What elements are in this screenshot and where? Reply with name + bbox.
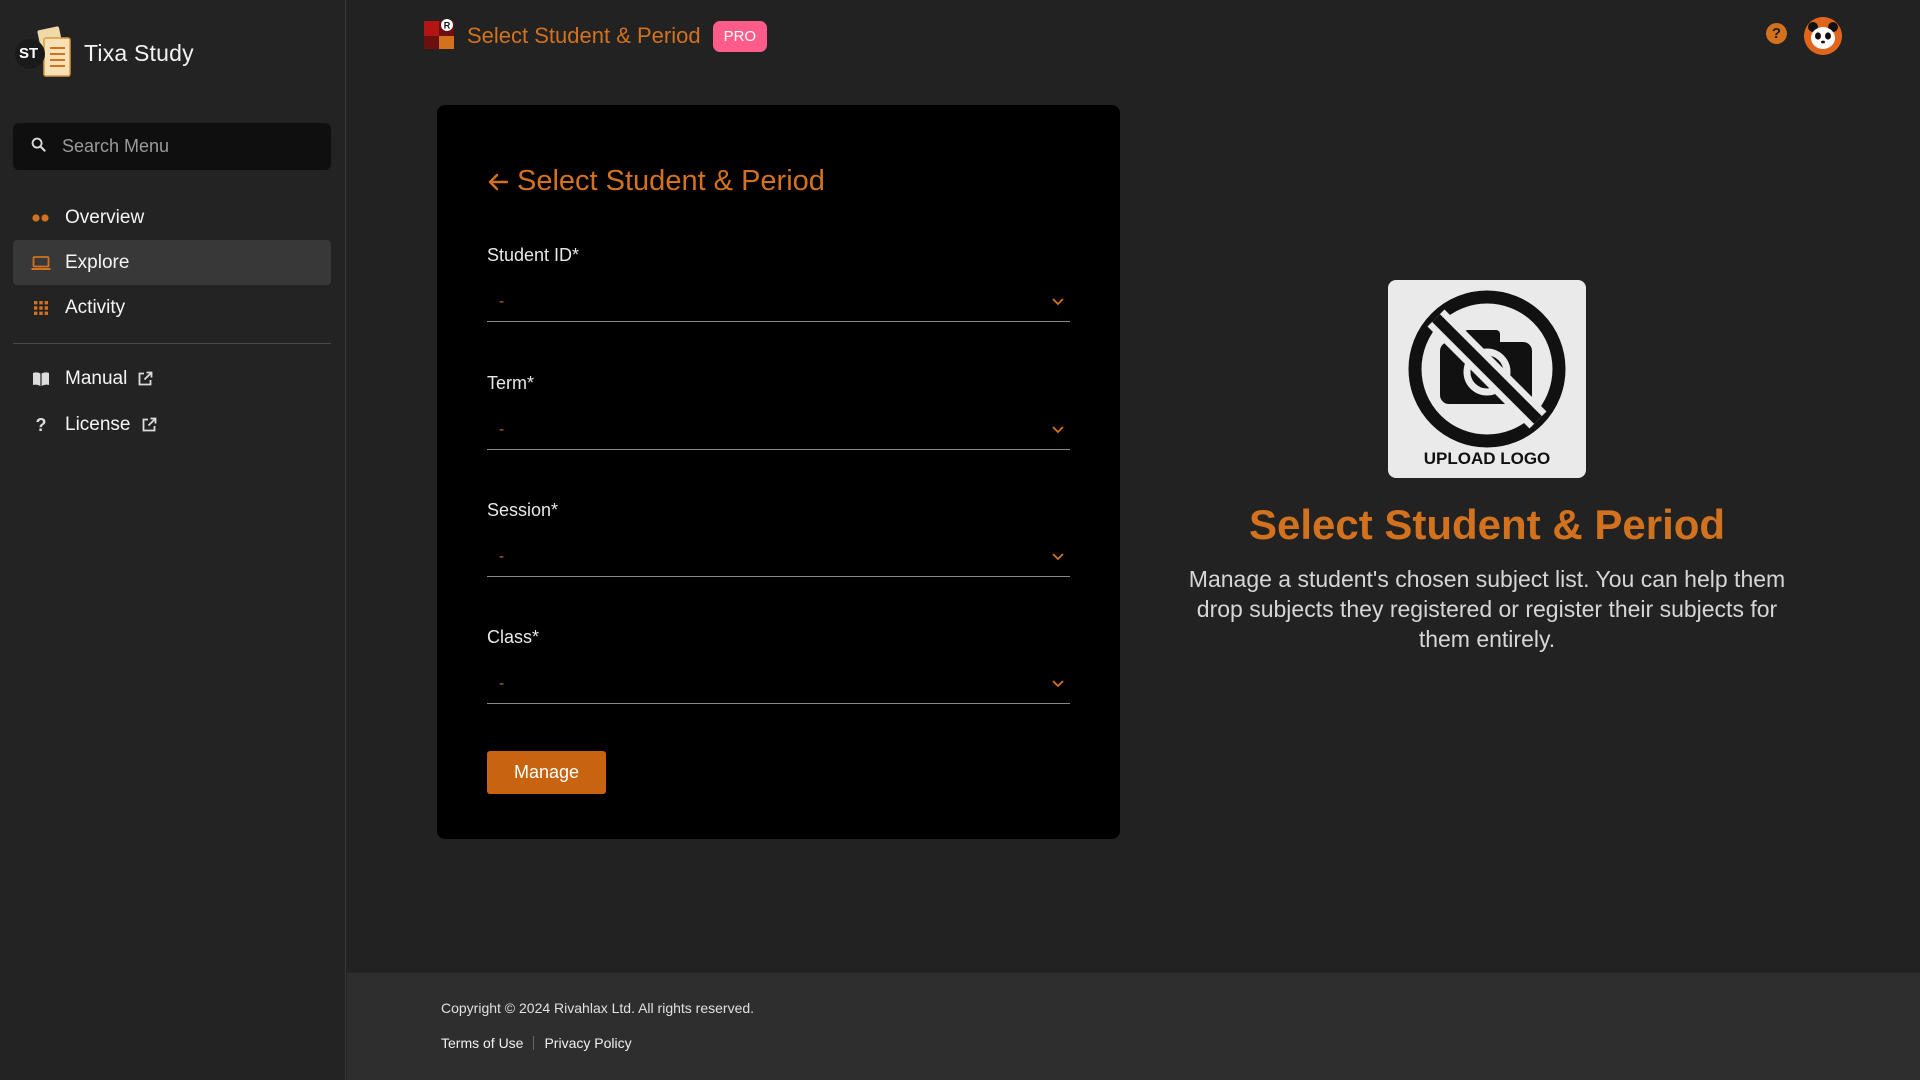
session-select[interactable]: - <box>487 537 1070 577</box>
manage-button[interactable]: Manage <box>487 751 606 794</box>
field-label: Class* <box>487 627 540 647</box>
session-field: Session* - <box>487 500 1070 577</box>
logo-initials: ST <box>19 45 39 62</box>
form-title-text: Select Student & Period <box>517 165 825 197</box>
student-id-field: Student ID* - <box>487 245 1070 322</box>
footer: Copyright © 2024 Rivahlax Ltd. All right… <box>347 973 1920 1080</box>
form-title: Select Student & Period <box>487 165 825 198</box>
sidebar-nav: Overview Explore Activity <box>13 195 331 330</box>
footer-separator <box>533 1036 535 1050</box>
back-arrow-icon[interactable] <box>487 171 509 193</box>
svg-text:R: R <box>444 20 451 30</box>
sidebar-links: Manual ? License <box>13 356 331 448</box>
select-value: - <box>499 421 504 438</box>
term-field: Term* - <box>487 373 1070 450</box>
search-box[interactable] <box>13 123 331 170</box>
pro-badge: PRO <box>712 20 768 52</box>
upload-logo-caption: UPLOAD LOGO <box>1423 449 1551 468</box>
term-select[interactable]: - <box>487 410 1070 450</box>
search-icon <box>31 137 46 157</box>
field-label: Student ID* <box>487 245 580 265</box>
chevron-down-icon <box>1052 421 1064 439</box>
sidebar-link-label: Manual <box>65 368 128 389</box>
chevron-down-icon <box>1052 675 1064 693</box>
sidebar-divider <box>13 343 331 344</box>
external-link-icon <box>141 417 157 433</box>
field-label: Session* <box>487 500 559 520</box>
field-label: Term* <box>487 373 535 393</box>
page-logo-icon: R <box>423 18 455 55</box>
info-description: Manage a student's chosen subject list. … <box>1188 566 1786 652</box>
sidebar-item-explore[interactable]: Explore <box>13 240 331 285</box>
sidebar-item-label: Activity <box>65 296 126 318</box>
sidebar: ST Tixa Study Overview <box>0 0 346 1080</box>
dots-icon <box>31 208 51 228</box>
sidebar-item-overview[interactable]: Overview <box>13 195 331 240</box>
select-value: - <box>499 293 504 310</box>
header: R Select Student & Period PRO <box>423 18 768 55</box>
select-value: - <box>499 675 504 692</box>
class-select[interactable]: - <box>487 664 1070 704</box>
chevron-down-icon <box>1052 293 1064 311</box>
book-icon <box>31 369 51 389</box>
chevron-down-icon <box>1052 548 1064 566</box>
upload-logo-placeholder[interactable]: UPLOAD LOGO <box>1388 280 1586 478</box>
sidebar-link-license[interactable]: ? License <box>13 402 331 448</box>
question-icon: ? <box>35 414 47 435</box>
grid-icon <box>31 298 51 318</box>
app-logo-icon: ST <box>14 24 76 82</box>
select-value: - <box>499 548 504 565</box>
terms-of-use-link[interactable]: Terms of Use <box>441 1035 523 1051</box>
app-name: Tixa Study <box>84 39 194 66</box>
page-title: Select Student & Period <box>467 23 701 48</box>
external-link-icon <box>137 371 153 387</box>
avatar[interactable] <box>1804 17 1842 55</box>
sidebar-item-label: Overview <box>65 206 145 228</box>
footer-links: Terms of Use Privacy Policy <box>441 1035 632 1051</box>
sidebar-link-label: License <box>65 414 131 435</box>
sidebar-link-manual[interactable]: Manual <box>13 356 331 402</box>
student-id-select[interactable]: - <box>487 282 1070 322</box>
panda-avatar-icon <box>1804 17 1842 55</box>
sidebar-item-label: Explore <box>65 251 130 273</box>
class-field: Class* - <box>487 627 1070 704</box>
copyright-text: Copyright © 2024 Rivahlax Ltd. All right… <box>441 1000 755 1016</box>
laptop-icon <box>31 253 51 273</box>
help-icon[interactable]: ? <box>1766 23 1787 44</box>
info-title: Select Student & Period <box>1248 501 1726 548</box>
search-input[interactable] <box>62 136 302 157</box>
selection-form-card: Select Student & Period Student ID* - Te… <box>437 105 1120 839</box>
sidebar-item-activity[interactable]: Activity <box>13 285 331 330</box>
privacy-policy-link[interactable]: Privacy Policy <box>544 1035 631 1051</box>
brand[interactable]: ST Tixa Study <box>14 24 194 82</box>
